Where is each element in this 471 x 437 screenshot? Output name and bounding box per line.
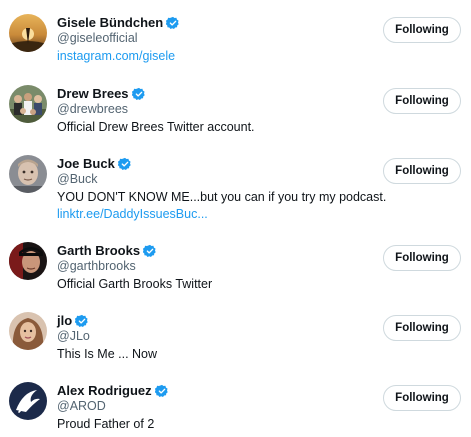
avatar-image: [9, 242, 47, 280]
avatar-image: [9, 312, 47, 350]
user-row-drew-brees[interactable]: Drew Brees @drewbrees Official Drew Bree…: [0, 85, 471, 155]
bio-text: YOU DON'T KNOW ME...but you can if you t…: [57, 190, 387, 204]
avatar-image: [9, 14, 47, 52]
following-list: Gisele Bündchen @giseleofficial instagra…: [0, 0, 471, 437]
following-button[interactable]: Following: [383, 158, 461, 184]
verified-badge-icon: [143, 244, 157, 258]
bio-text: Official Drew Brees Twitter account.: [57, 120, 255, 134]
avatar-alex-rodriguez[interactable]: [9, 382, 47, 420]
following-button[interactable]: Following: [383, 245, 461, 271]
avatar-image: [9, 85, 47, 123]
user-handle: @AROD: [57, 399, 106, 413]
user-bio: instagram.com/gisele: [57, 48, 175, 65]
bio-link[interactable]: linktr.ee/DaddyIssuesBuc...: [57, 206, 386, 223]
avatar-gisele[interactable]: [9, 14, 47, 52]
user-row-gisele[interactable]: Gisele Bündchen @giseleofficial instagra…: [0, 14, 471, 84]
verified-badge-icon: [154, 384, 169, 398]
user-row-garth-brooks[interactable]: Garth Brooks @garthbrooks Official Garth…: [0, 242, 471, 312]
user-row-joe-buck[interactable]: Joe Buck @Buck YOU DON'T KNOW ME...but y…: [0, 155, 471, 225]
bio-link[interactable]: instagram.com/gisele: [57, 48, 175, 65]
avatar-joe-buck[interactable]: [9, 155, 47, 193]
following-button[interactable]: Following: [383, 88, 461, 114]
user-handle: @garthbrooks: [57, 259, 136, 273]
avatar-jlo[interactable]: [9, 312, 47, 350]
user-bio: Proud Father of 2: [57, 416, 154, 433]
user-handle: @drewbrees: [57, 102, 129, 116]
avatar-image: [9, 155, 47, 193]
avatar-drew-brees[interactable]: [9, 85, 47, 123]
verified-badge-icon: [131, 87, 146, 101]
verified-badge-icon: [166, 16, 180, 30]
user-bio: Official Garth Brooks Twitter: [57, 276, 212, 293]
following-button[interactable]: Following: [383, 315, 461, 341]
verified-badge-icon: [75, 314, 89, 328]
following-button[interactable]: Following: [383, 385, 461, 411]
user-bio: YOU DON'T KNOW ME...but you can if you t…: [57, 189, 386, 223]
user-handle: @JLo: [57, 329, 90, 343]
user-handle: @giseleofficial: [57, 31, 138, 45]
bio-text: This Is Me ... Now: [57, 347, 158, 361]
user-row-jlo[interactable]: jlo @JLo This Is Me ... Now Following: [0, 312, 471, 382]
user-row-alex-rodriguez[interactable]: Alex Rodriguez @AROD Proud Father of 2 F…: [0, 382, 471, 437]
bio-text: Proud Father of 2: [57, 417, 155, 431]
user-bio: This Is Me ... Now: [57, 346, 157, 363]
avatar-garth-brooks[interactable]: [9, 242, 47, 280]
user-handle: @Buck: [57, 172, 98, 186]
avatar-image: [9, 382, 47, 420]
user-bio: Official Drew Brees Twitter account.: [57, 119, 255, 136]
following-button[interactable]: Following: [383, 17, 461, 43]
bio-text: Official Garth Brooks Twitter: [57, 277, 213, 291]
verified-badge-icon: [117, 157, 132, 171]
